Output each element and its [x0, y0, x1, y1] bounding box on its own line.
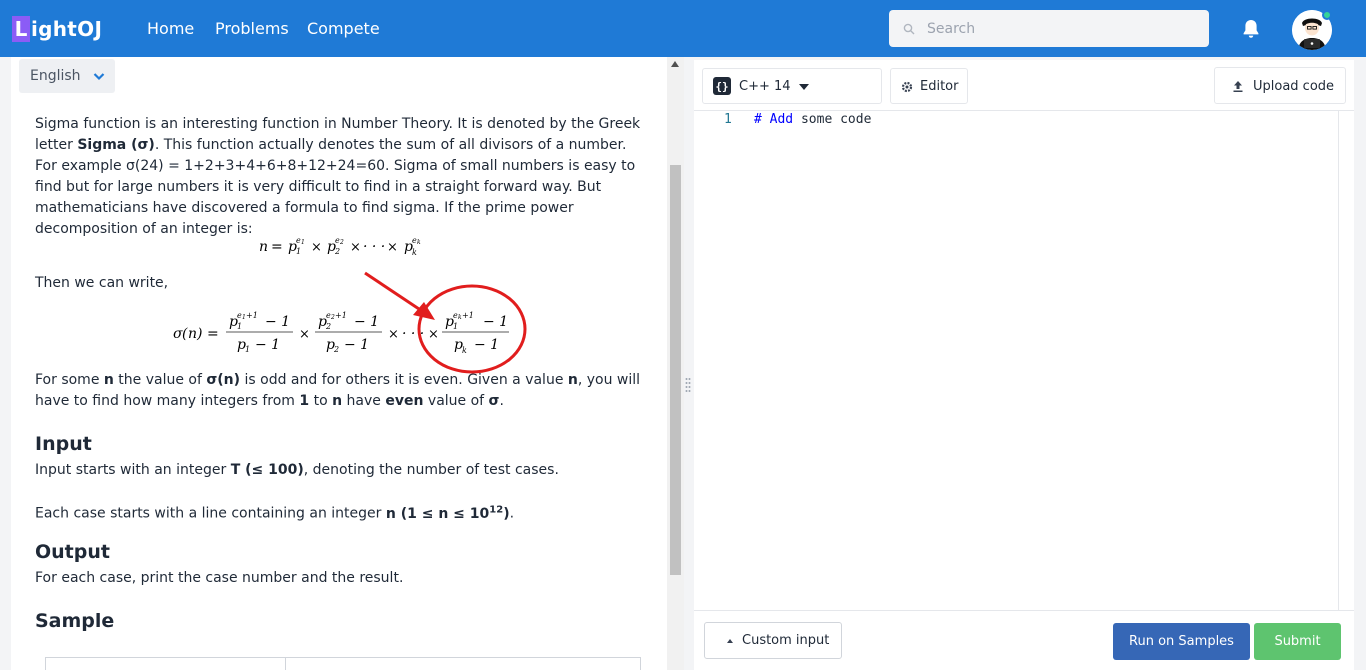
code-editor[interactable]: 1 # Add some code — [694, 110, 1354, 611]
code-braces-icon: {} — [713, 77, 731, 95]
compiler-language-label: C++ 14 — [739, 79, 791, 94]
editor-footer: Custom input Run on Samples Submit — [694, 610, 1354, 670]
scroll-up-arrow-icon[interactable] — [671, 61, 679, 67]
caret-up-icon — [727, 639, 733, 643]
custom-input-label: Custom input — [742, 633, 830, 648]
gear-icon — [901, 81, 913, 93]
run-on-samples-button[interactable]: Run on Samples — [1113, 623, 1250, 660]
editor-scrollbar-edge — [1338, 111, 1339, 611]
upload-code-button[interactable]: Upload code — [1214, 67, 1346, 104]
editor-settings-button[interactable]: Editor — [890, 68, 968, 104]
line-number-gutter: 1 — [694, 111, 754, 611]
caret-down-icon — [799, 84, 809, 90]
panel-resize-handle-icon[interactable] — [685, 377, 691, 395]
code-editor-panel: {} C++ 14 Editor Upload code 1 # Add som… — [694, 60, 1354, 670]
custom-input-button[interactable]: Custom input — [704, 622, 842, 659]
compiler-language-select[interactable]: {} C++ 14 — [702, 68, 882, 104]
code-line[interactable]: # Add some code — [754, 111, 871, 129]
submit-button[interactable]: Submit — [1254, 623, 1341, 660]
statement-scrollbar-thumb[interactable] — [670, 165, 681, 575]
editor-button-label: Editor — [920, 79, 959, 94]
upload-icon — [1233, 81, 1243, 92]
line-number: 1 — [724, 112, 732, 127]
upload-code-label: Upload code — [1253, 79, 1335, 94]
